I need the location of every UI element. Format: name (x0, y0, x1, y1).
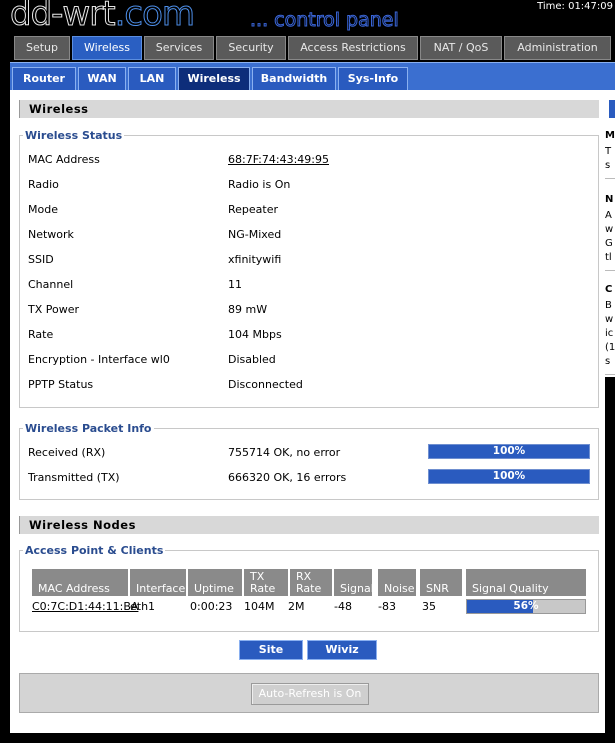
help-letter: T (605, 146, 612, 157)
client-uptime: 0:00:23 (190, 600, 233, 613)
client-signal: -48 (334, 600, 352, 613)
subtab-sys-info[interactable]: Sys-Info (338, 67, 408, 91)
status-label: Rate (28, 328, 54, 341)
auto-refresh-button[interactable]: Auto-Refresh is On (251, 683, 369, 705)
help-divider (605, 178, 615, 179)
right-background (605, 377, 615, 743)
packet-label: Transmitted (TX) (28, 471, 120, 484)
logo: dd-wrt.com (10, 0, 196, 35)
section-title-wireless-nodes: Wireless Nodes (19, 516, 599, 534)
tab-nat-qos[interactable]: NAT / QoS (420, 36, 502, 60)
wireless-status-fieldset: Wireless Status (19, 129, 599, 408)
status-value: 11 (228, 278, 242, 291)
status-label: Radio (28, 178, 59, 191)
header: dd-wrt.com ... control panel Time: 01:47… (0, 0, 615, 36)
tab-security[interactable]: Security (216, 36, 286, 60)
client-snr: 35 (422, 600, 436, 613)
subtab-bandwidth[interactable]: Bandwidth (252, 67, 336, 91)
help-letter: N (605, 194, 614, 205)
help-panel: M T s N A w G tl C B w ic (1 s (605, 90, 615, 377)
status-label: SSID (28, 253, 54, 266)
signal-quality-meter: 56% (466, 599, 586, 614)
help-letter: (1 (605, 342, 615, 353)
help-letter: w (605, 314, 614, 325)
wireless-status-legend: Wireless Status (23, 129, 125, 142)
help-divider (605, 374, 615, 375)
subtab-wan[interactable]: WAN (78, 67, 126, 91)
packet-info-fieldset: Wireless Packet Info (19, 422, 599, 500)
help-letter: M (605, 130, 615, 141)
col-noise: Noise (378, 569, 416, 596)
rx-meter: 100% (428, 444, 590, 459)
site-survey-button[interactable]: Site Survey (239, 640, 303, 674)
help-letter: C (605, 284, 613, 295)
status-value: Radio is On (228, 178, 291, 191)
col-signal-quality: Signal Quality (466, 569, 586, 596)
client-noise: -83 (378, 600, 396, 613)
help-letter: B (605, 300, 612, 311)
help-letter: s (605, 160, 611, 171)
status-value: Repeater (228, 203, 279, 216)
top-tabs: Setup Wireless Services Security Access … (10, 36, 615, 62)
col-uptime: Uptime (188, 569, 242, 596)
help-letter: w (605, 224, 614, 235)
section-title-wireless: Wireless (19, 100, 599, 118)
status-label: Encryption - Interface wl0 (28, 353, 170, 366)
tab-access-restrictions[interactable]: Access Restrictions (288, 36, 418, 60)
status-value: 104 Mbps (228, 328, 282, 341)
status-label: PPTP Status (28, 378, 94, 391)
col-mac-address: MAC Address (32, 569, 128, 596)
status-label: Channel (28, 278, 74, 291)
tagline: ... control panel (250, 9, 400, 32)
mac-address-link[interactable]: 68:7F:74:43:49:95 (228, 153, 329, 166)
help-letter: G (605, 238, 613, 249)
status-value: Disconnected (228, 378, 303, 391)
subtab-router[interactable]: Router (12, 67, 76, 91)
status-label: MAC Address (28, 153, 100, 166)
col-snr: SNR (420, 569, 462, 596)
client-interface: eth1 (130, 600, 156, 613)
help-letter: tl (605, 252, 612, 263)
tab-setup[interactable]: Setup (14, 36, 70, 60)
access-point-legend: Access Point & Clients (23, 544, 166, 557)
client-mac-link[interactable]: C0:7C:D1:44:11:BA (32, 600, 138, 613)
status-value: NG-Mixed (228, 228, 282, 241)
subtab-lan[interactable]: LAN (128, 67, 176, 91)
wiviz-survey-button[interactable]: Wiviz survey (307, 640, 377, 674)
tab-wireless[interactable]: Wireless (72, 36, 142, 60)
help-letter: ic (605, 328, 614, 339)
refresh-panel: Auto-Refresh is On (19, 673, 599, 713)
help-header-bar (609, 100, 615, 118)
tx-meter: 100% (428, 469, 590, 484)
col-signal: Signal (334, 569, 374, 596)
tab-administration[interactable]: Administration (504, 36, 611, 60)
packet-value: 666320 OK, 16 errors (228, 471, 347, 484)
col-rx-rate: RX Rate (290, 569, 332, 596)
signal-quality-text: 56% (513, 600, 539, 612)
status-value: 89 mW (228, 303, 268, 316)
status-label: Mode (28, 203, 58, 216)
col-tx-rate: TX Rate (244, 569, 288, 596)
col-interface: Interface (130, 569, 186, 596)
time-display: Time: 01:47:09 (537, 1, 613, 12)
main-content: Wireless Wireless Status MAC Address 68:… (10, 90, 605, 733)
help-divider (605, 270, 615, 271)
help-letter: s (605, 356, 611, 367)
status-value: xfinitywifi (228, 253, 282, 266)
bottom-background (0, 733, 615, 743)
help-letter: A (605, 210, 612, 221)
tab-services[interactable]: Services (144, 36, 214, 60)
client-rx-rate: 2M (288, 600, 305, 613)
packet-label: Received (RX) (28, 446, 106, 459)
status-label: Network (28, 228, 74, 241)
status-label: TX Power (28, 303, 80, 316)
packet-info-legend: Wireless Packet Info (23, 422, 154, 435)
client-tx-rate: 104M (244, 600, 275, 613)
status-value: Disabled (228, 353, 276, 366)
packet-value: 755714 OK, no error (228, 446, 341, 459)
subtab-wireless[interactable]: Wireless (178, 67, 250, 91)
sub-navigation: Router WAN LAN Wireless Bandwidth Sys-In… (10, 62, 615, 91)
